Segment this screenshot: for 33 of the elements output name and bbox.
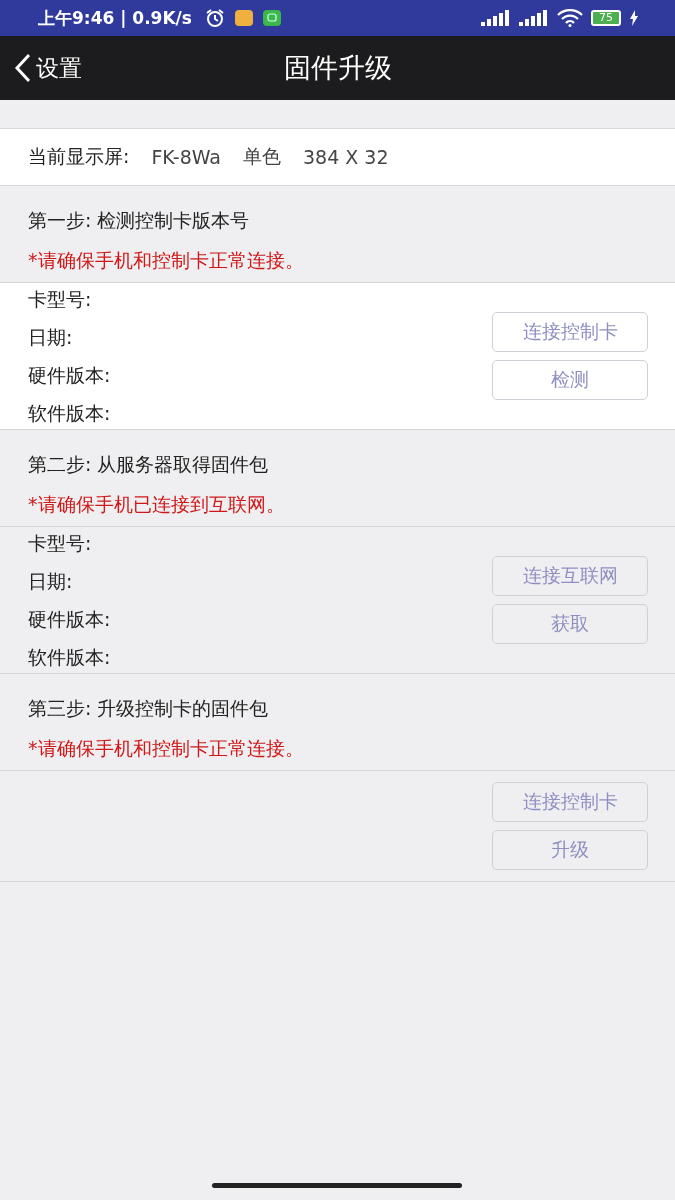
field-label: 卡型号: bbox=[28, 531, 93, 555]
action-button[interactable]: 连接互联网 bbox=[492, 556, 648, 596]
display-label: 当前显示屏: bbox=[28, 144, 130, 169]
battery-indicator: 75 bbox=[591, 10, 621, 26]
chevron-left-icon bbox=[14, 53, 32, 83]
field-label: 日期: bbox=[28, 325, 74, 349]
display-color-mode: 单色 bbox=[242, 144, 281, 169]
action-button[interactable]: 检测 bbox=[492, 360, 648, 400]
status-time: 上午9:46 | 0.9K/s bbox=[38, 6, 192, 30]
step-title: 第一步: 检测控制卡版本号 bbox=[28, 208, 251, 233]
step-title: 第三步: 升级控制卡的固件包 bbox=[28, 696, 270, 721]
warning-text: *请确保手机和控制卡正常连接。 bbox=[28, 736, 305, 761]
field-label: 软件版本: bbox=[28, 401, 112, 425]
field-label: 日期: bbox=[28, 569, 74, 593]
action-button[interactable]: 升级 bbox=[492, 830, 648, 870]
charging-icon bbox=[629, 10, 639, 26]
wifi-icon bbox=[557, 9, 583, 27]
warning-text: *请确保手机已连接到互联网。 bbox=[28, 492, 286, 517]
field-label: 硬件版本: bbox=[28, 363, 112, 387]
field-label: 硬件版本: bbox=[28, 607, 112, 631]
back-button[interactable]: 设置 bbox=[0, 52, 82, 84]
step-title: 第二步: 从服务器取得固件包 bbox=[28, 452, 270, 477]
display-resolution: 384 X 32 bbox=[302, 146, 389, 168]
field-label: 卡型号: bbox=[28, 287, 93, 311]
field-label: 软件版本: bbox=[28, 645, 112, 669]
display-model: FK-8Wa bbox=[151, 146, 221, 168]
page-title: 固件升级 bbox=[283, 51, 392, 85]
action-button[interactable]: 连接控制卡 bbox=[492, 312, 648, 352]
signal-icon bbox=[519, 10, 549, 26]
action-button[interactable]: 连接控制卡 bbox=[492, 782, 648, 822]
warning-text: *请确保手机和控制卡正常连接。 bbox=[28, 248, 305, 273]
signal-icon bbox=[481, 10, 511, 26]
action-button[interactable]: 获取 bbox=[492, 604, 648, 644]
